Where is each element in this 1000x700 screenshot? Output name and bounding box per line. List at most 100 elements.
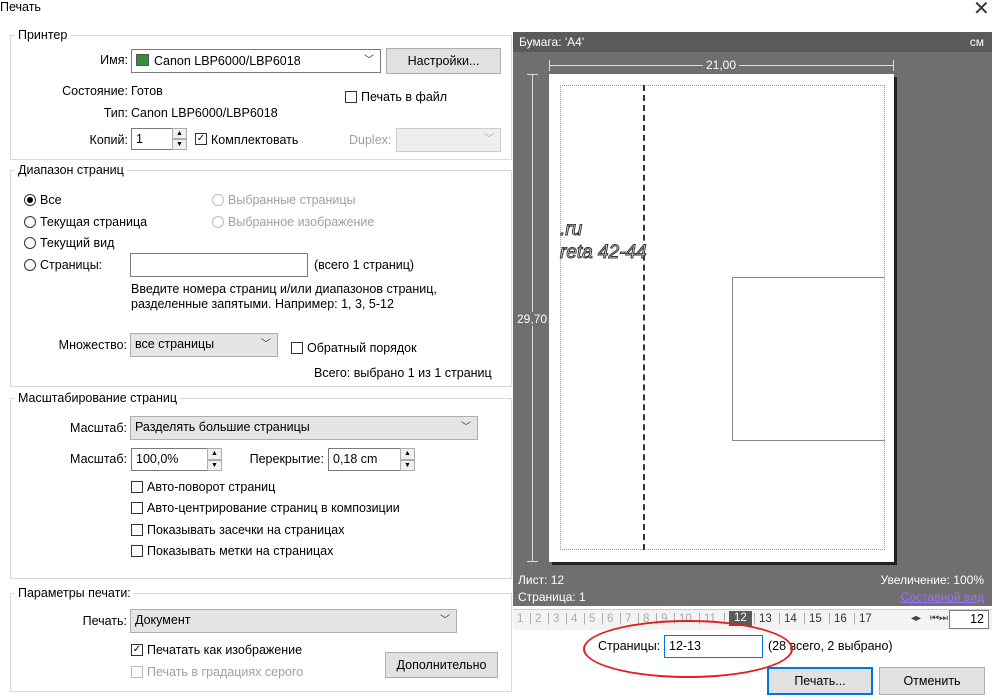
page-separator: | — [547, 613, 550, 625]
height-label: 29,70 — [517, 312, 548, 326]
page-separator: | — [529, 613, 532, 625]
copies-input[interactable]: 1 — [131, 128, 173, 150]
page-separator: | — [778, 613, 781, 625]
zoom-label: Увеличение: 100% — [880, 573, 984, 587]
page-number-6[interactable]: 6 — [607, 613, 613, 625]
composite-view-link[interactable]: Составной вид — [901, 590, 984, 604]
print-as-image-label: Печатать как изображение — [147, 643, 303, 657]
copies-up-icon[interactable]: ▲ — [172, 128, 187, 139]
content-text-2: reta 42-44 — [560, 242, 648, 264]
page-number-3[interactable]: 3 — [553, 613, 559, 625]
status-label: Состояние: — [62, 84, 128, 98]
printer-select-value: Canon LBP6000/LBP6018 — [154, 54, 301, 68]
page-number-15[interactable]: 15 — [809, 613, 822, 625]
range-selected-image-radio[interactable] — [212, 216, 224, 228]
page-number-7[interactable]: 7 — [625, 613, 631, 625]
range-selected-image-label: Выбранное изображение — [228, 215, 375, 229]
crop-marks-checkbox[interactable] — [131, 524, 143, 536]
preview-panel: Бумага: 'A4' см 21,00 29,70 .ru reta 42-… — [513, 32, 992, 606]
printer-name-label: Имя: — [100, 53, 128, 67]
goto-page-input[interactable]: 12 — [949, 610, 989, 629]
type-value: Canon LBP6000/LBP6018 — [131, 106, 278, 120]
scale-down-icon[interactable]: ▼ — [207, 460, 222, 471]
printer-icon — [136, 54, 149, 66]
print-what-value: Документ — [135, 613, 191, 627]
chevron-down-icon: ﹀ — [440, 615, 450, 626]
preview-header: Бумага: 'A4' см — [513, 32, 992, 52]
print-what-select[interactable]: Документ ﹀ — [130, 609, 457, 633]
range-all-label: Все — [40, 193, 62, 207]
auto-rotate-checkbox[interactable] — [131, 481, 143, 493]
printer-legend: Принтер — [18, 28, 68, 42]
window-title: Печать — [0, 0, 41, 14]
width-label: 21,00 — [703, 58, 740, 72]
type-label: Тип: — [103, 106, 128, 120]
page-number-14[interactable]: 14 — [784, 613, 797, 625]
page-separator: | — [583, 613, 586, 625]
range-selected-pages-label: Выбранные страницы — [228, 193, 356, 207]
copies-down-icon[interactable]: ▼ — [172, 139, 187, 150]
page-separator: | — [853, 613, 856, 625]
close-icon[interactable]: ✕ — [973, 0, 990, 21]
page-number-16[interactable]: 16 — [834, 613, 847, 625]
range-total-note: (всего 1 страниц) — [314, 258, 415, 272]
range-pages-input[interactable] — [130, 253, 308, 277]
set-select[interactable]: все страницы ﹀ — [130, 333, 278, 357]
range-hint-line2: разделенные запятыми. Например: 1, 3, 5-… — [131, 297, 394, 311]
grayscale-checkbox[interactable] — [131, 666, 143, 678]
set-label: Множество: — [58, 338, 127, 352]
cancel-button[interactable]: Отменить — [879, 667, 985, 695]
range-selected-pages-radio[interactable] — [212, 194, 224, 206]
overlap-up-icon[interactable]: ▲ — [400, 448, 415, 460]
scale-up-icon[interactable]: ▲ — [207, 448, 222, 460]
duplex-label: Duplex: — [349, 133, 392, 147]
range-current-page-radio[interactable] — [24, 216, 36, 228]
page-separator: | — [565, 613, 568, 625]
page-marks-checkbox[interactable] — [131, 545, 143, 557]
scale-mode-label: Масштаб: — [70, 421, 127, 435]
page-label: Страница: 1 — [518, 590, 586, 604]
chevron-down-icon: ﹀ — [261, 339, 271, 350]
scale-value-input[interactable]: 100,0% — [131, 448, 208, 471]
scale-value-label: Масштаб: — [70, 452, 127, 466]
printer-select[interactable]: Canon LBP6000/LBP6018 ﹀ — [131, 49, 381, 73]
width-ruler-tick — [893, 60, 894, 71]
page-marks-label: Показывать метки на страницах — [147, 544, 334, 558]
scaling-legend: Масштабирование страниц — [18, 391, 178, 405]
scale-mode-value: Разделять большие страницы — [135, 420, 310, 434]
print-as-image-checkbox[interactable]: ✓ — [131, 644, 143, 656]
range-current-view-radio[interactable] — [24, 237, 36, 249]
page-number-13[interactable]: 13 — [759, 613, 772, 625]
page-separator: | — [828, 613, 831, 625]
highlight-ring — [583, 620, 793, 678]
reverse-order-checkbox[interactable] — [291, 342, 303, 354]
advanced-button[interactable]: Дополнительно — [385, 652, 498, 678]
overlap-down-icon[interactable]: ▼ — [400, 460, 415, 471]
print-button[interactable]: Печать... — [767, 667, 873, 695]
range-all-radio[interactable] — [24, 194, 36, 206]
page-number-17[interactable]: 17 — [859, 613, 872, 625]
duplex-select[interactable]: ﹀ — [396, 128, 501, 152]
page-number-5[interactable]: 5 — [589, 613, 595, 625]
chevron-down-icon: ﹀ — [364, 55, 374, 66]
overlap-input[interactable]: 0,18 cm — [328, 448, 401, 471]
print-what-label: Печать: — [82, 614, 127, 628]
sheet-label: Лист: 12 — [518, 573, 565, 587]
range-pages-radio[interactable] — [24, 259, 36, 271]
nav-prev-icon[interactable]: ◂▸ — [911, 613, 921, 624]
width-ruler-tick — [549, 60, 550, 71]
overlap-label: Перекрытие: — [249, 452, 324, 466]
auto-center-checkbox[interactable] — [131, 502, 143, 514]
print-params-legend: Параметры печати: — [18, 586, 131, 600]
scale-mode-select[interactable]: Разделять большие страницы ﹀ — [130, 416, 478, 440]
nav-first-last-icon[interactable]: ⏮⏭ — [930, 613, 948, 624]
page-number-1[interactable]: 1 — [517, 613, 523, 625]
collate-checkbox[interactable]: ✓ — [195, 133, 207, 145]
settings-button[interactable]: Настройки... — [386, 48, 501, 74]
units-label: см — [969, 35, 984, 49]
height-ruler-tick — [527, 561, 538, 562]
page-number-4[interactable]: 4 — [571, 613, 577, 625]
print-to-file-checkbox[interactable] — [345, 91, 357, 103]
page-number-2[interactable]: 2 — [535, 613, 541, 625]
auto-center-label: Авто-центрирование страниц в композиции — [147, 501, 400, 515]
